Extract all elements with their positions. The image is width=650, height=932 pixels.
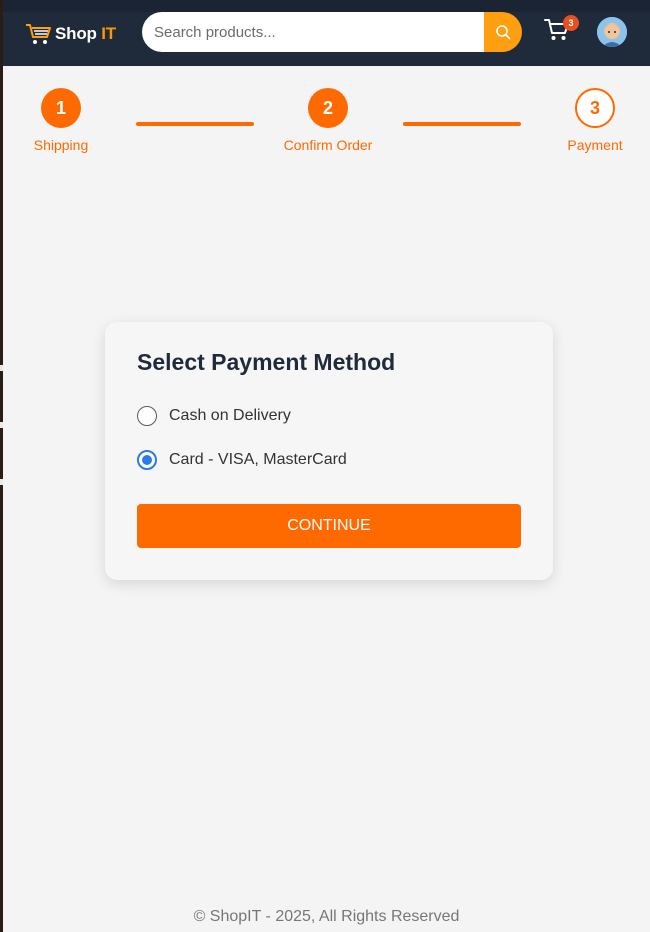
logo[interactable]: Shop IT [25,20,116,48]
payment-option-card[interactable]: Card - VISA, MasterCard [137,450,347,470]
logo-text-accent: IT [101,24,116,43]
step-confirm-order[interactable]: 2 Confirm Order [278,88,378,153]
checkout-steps: 1 Shipping 2 Confirm Order 3 Payment [3,88,650,168]
edge-tick [0,422,3,428]
continue-button[interactable]: CONTINUE [137,504,521,548]
step-connector [403,122,521,126]
radio-card[interactable] [137,450,157,470]
user-avatar[interactable] [597,17,627,47]
search-icon [496,25,511,40]
search-button[interactable] [484,12,522,52]
avatar-icon [597,17,627,47]
option-label: Cash on Delivery [169,407,291,424]
step-label: Shipping [33,137,89,153]
edge-tick [0,479,3,485]
option-label: Card - VISA, MasterCard [169,451,347,468]
logo-text: Shop IT [55,24,116,44]
logo-text-main: Shop [55,24,97,43]
page-title: Select Payment Method [137,349,396,375]
step-number: 1 [41,88,81,128]
payment-option-cod[interactable]: Cash on Delivery [137,406,291,426]
step-number: 2 [308,88,348,128]
step-connector [136,122,254,126]
search-input[interactable] [142,12,484,52]
edge-tick [0,365,3,371]
step-label: Confirm Order [283,137,373,153]
payment-method-card: Select Payment Method Cash on Delivery C… [105,322,553,580]
cart-count-badge: 3 [563,15,579,31]
cart-logo-icon [26,24,51,44]
radio-dot [142,455,152,465]
step-number: 3 [575,88,615,128]
radio-cod[interactable] [137,406,157,426]
step-shipping[interactable]: 1 Shipping [31,88,91,153]
cart-button[interactable]: 3 [544,15,579,46]
step-label: Payment [567,137,623,153]
footer-copyright: © ShopIT - 2025, All Rights Reserved [193,908,460,925]
top-navbar: Shop IT 3 [3,0,650,66]
search-bar [142,12,522,52]
step-payment[interactable]: 3 Payment [565,88,625,153]
